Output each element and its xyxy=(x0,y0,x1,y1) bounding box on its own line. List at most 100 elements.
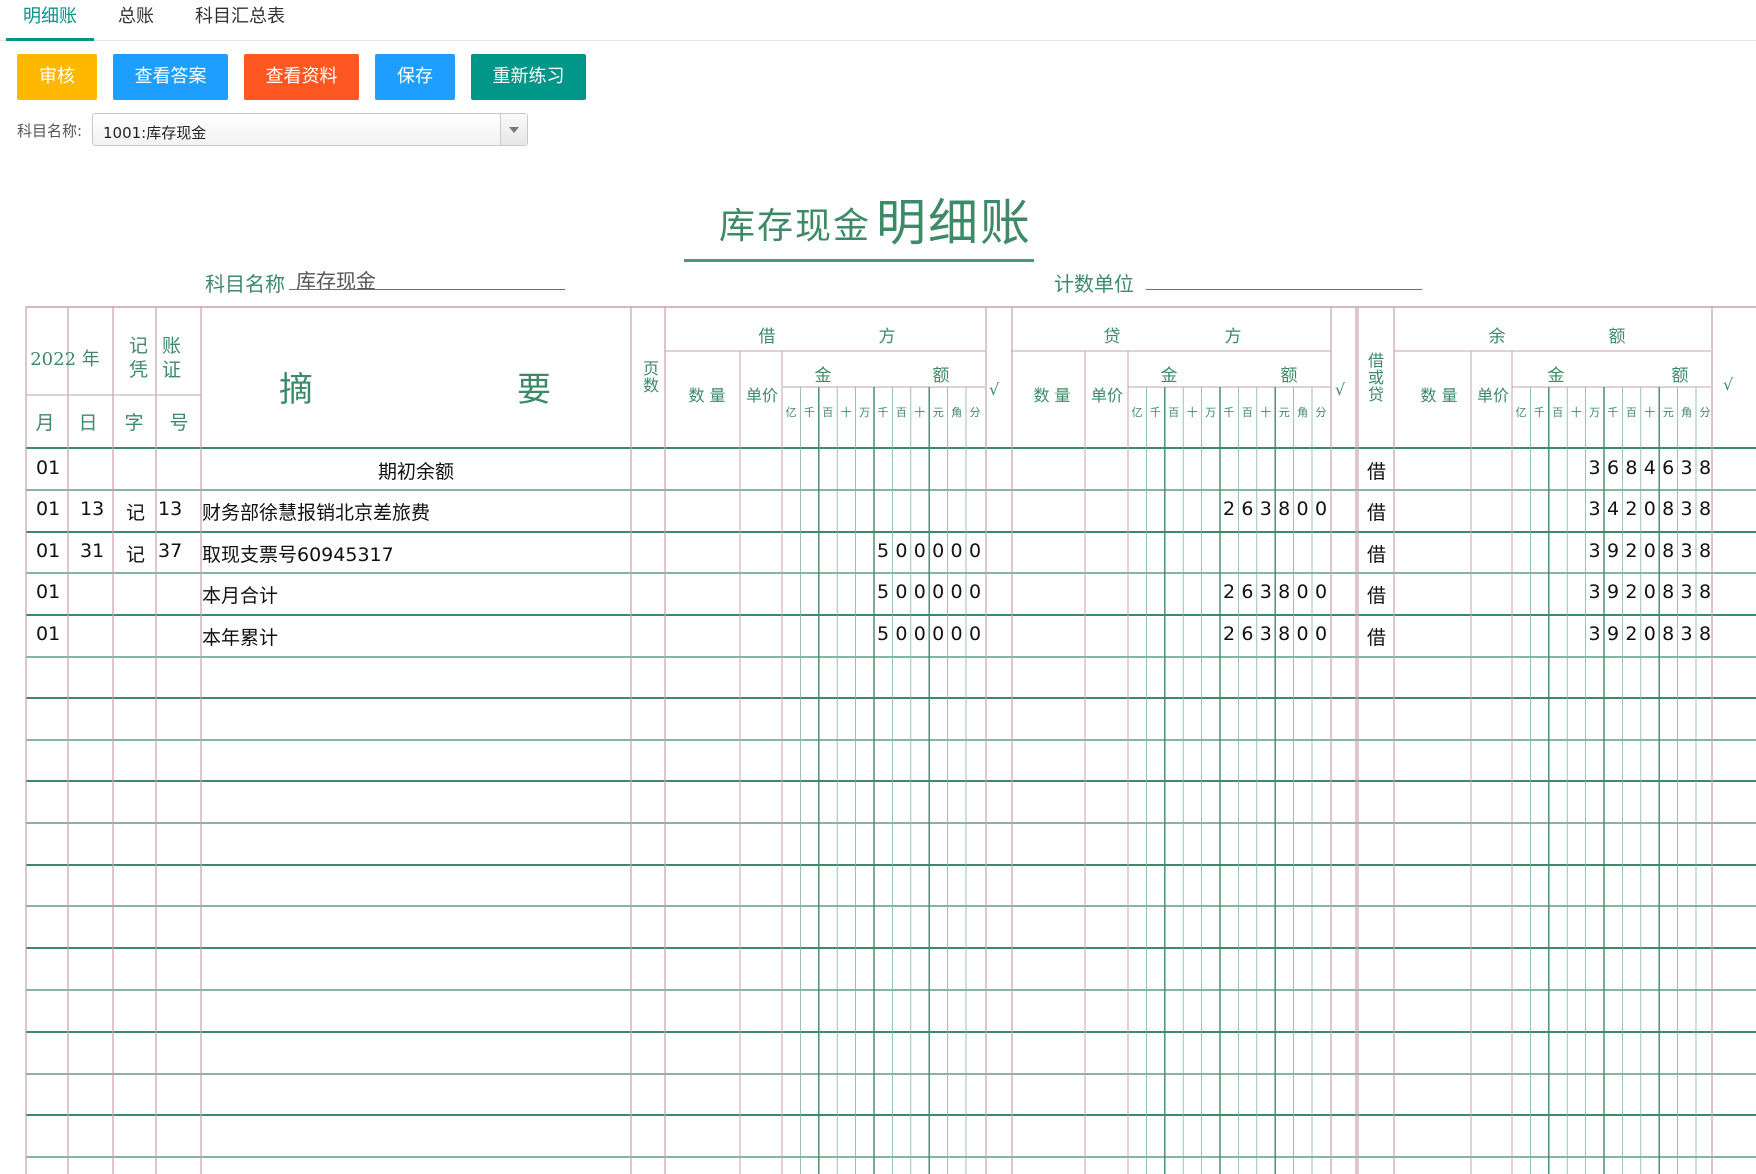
row-balance-digit: 4 xyxy=(1643,457,1656,479)
row-credit-digit: 3 xyxy=(1259,581,1272,603)
voucher-header-top: 记 账 xyxy=(128,335,186,357)
row-debit-digit: 0 xyxy=(950,581,963,603)
row-month[interactable]: 01 xyxy=(36,540,60,562)
row-credit-digit: 6 xyxy=(1241,498,1254,520)
restart-practice-button[interactable]: 重新练习 xyxy=(471,54,586,100)
debit-amount-right: 额 xyxy=(932,366,950,386)
subject-select[interactable]: 1001:库存现金 xyxy=(92,113,528,146)
row-balance-digit: 8 xyxy=(1662,623,1675,645)
tab-detail-ledger[interactable]: 明细账 xyxy=(6,0,94,41)
ledger-title-subject: 库存现金 xyxy=(719,206,872,247)
row-debit-digit: 0 xyxy=(913,581,926,603)
voucher-no-header: 号 xyxy=(169,412,189,434)
row-day[interactable]: 31 xyxy=(80,540,104,562)
row-debit-digit: 0 xyxy=(950,623,963,645)
debit-unit-label: 千 xyxy=(803,406,815,419)
row-voucher-type[interactable]: 记 xyxy=(126,540,145,567)
row-direction[interactable]: 借 xyxy=(1367,623,1386,650)
balance-unit-label: 十 xyxy=(1644,406,1656,419)
select-dropdown-toggle[interactable] xyxy=(500,114,527,145)
row-voucher-type[interactable]: 记 xyxy=(126,498,145,525)
row-summary[interactable]: 本年累计 xyxy=(202,623,278,650)
row-direction[interactable]: 借 xyxy=(1367,498,1386,525)
credit-header-left: 贷 xyxy=(1103,327,1121,347)
row-direction[interactable]: 借 xyxy=(1367,540,1386,567)
row-credit-digit: 0 xyxy=(1296,498,1309,520)
balance-header-left: 余 xyxy=(1488,327,1506,347)
credit-unit-label: 十 xyxy=(1186,406,1198,419)
row-credit-digit: 0 xyxy=(1314,498,1328,520)
row-credit-digit: 6 xyxy=(1241,623,1254,645)
view-materials-button[interactable]: 查看资料 xyxy=(244,54,359,100)
debit-header-right: 方 xyxy=(878,327,896,347)
row-month[interactable]: 01 xyxy=(36,498,60,520)
row-debit-digit: 0 xyxy=(913,540,926,562)
row-summary[interactable]: 期初余额 xyxy=(201,457,631,484)
row-month[interactable]: 01 xyxy=(36,623,60,645)
row-month[interactable]: 01 xyxy=(36,457,60,479)
balance-unit-label: 角 xyxy=(1681,406,1693,419)
row-balance-digit: 2 xyxy=(1625,581,1638,603)
row-voucher-no[interactable]: 37 xyxy=(158,540,182,562)
debit-unit-label: 万 xyxy=(859,406,871,419)
debit-unit-label: 百 xyxy=(822,406,834,419)
review-button[interactable]: 审核 xyxy=(17,54,97,100)
row-debit-digit: 5 xyxy=(876,540,890,562)
row-voucher-no[interactable]: 13 xyxy=(158,498,182,520)
row-credit-digit: 2 xyxy=(1222,581,1236,603)
row-balance-digit: 8 xyxy=(1662,498,1675,520)
debit-header-left: 借 xyxy=(758,327,776,347)
row-day[interactable]: 13 xyxy=(80,498,104,520)
row-debit-digit: 0 xyxy=(950,540,963,562)
subject-select-value: 1001:库存现金 xyxy=(103,124,207,142)
direction-header: 借或贷 xyxy=(1367,351,1384,404)
row-balance-digit: 3 xyxy=(1680,540,1693,562)
ledger-tabs: 明细账 总账 科目汇总表 xyxy=(0,0,1756,41)
row-balance-digit: 0 xyxy=(1643,540,1656,562)
credit-unit-label: 万 xyxy=(1205,406,1217,419)
summary-header-right: 要 xyxy=(517,370,551,410)
subject-underline xyxy=(289,289,565,290)
balance-unit-label: 分 xyxy=(1699,406,1711,419)
row-balance-digit: 2 xyxy=(1625,498,1638,520)
row-direction[interactable]: 借 xyxy=(1367,581,1386,608)
row-balance-digit: 3 xyxy=(1680,623,1693,645)
row-balance-digit: 3 xyxy=(1588,498,1601,520)
credit-header-right: 方 xyxy=(1224,327,1242,347)
row-month[interactable]: 01 xyxy=(36,581,60,603)
ledger-subject-label: 科目名称 xyxy=(205,272,285,296)
row-summary[interactable]: 本月合计 xyxy=(202,581,278,608)
row-balance-digit: 9 xyxy=(1606,540,1620,562)
row-balance-digit: 8 xyxy=(1698,581,1712,603)
row-balance-digit: 3 xyxy=(1680,457,1693,479)
balance-header-right: 额 xyxy=(1608,327,1626,347)
row-balance-digit: 8 xyxy=(1662,581,1675,603)
balance-price-header: 单价 xyxy=(1476,386,1509,405)
balance-unit-label: 百 xyxy=(1552,406,1564,419)
unit-underline xyxy=(1146,289,1422,290)
balance-qty-header: 数 量 xyxy=(1420,386,1458,405)
month-header: 月 xyxy=(35,412,55,434)
view-answer-button[interactable]: 查看答案 xyxy=(113,54,228,100)
balance-unit-label: 千 xyxy=(1607,406,1619,419)
row-balance-digit: 2 xyxy=(1625,540,1638,562)
debit-check-icon: √ xyxy=(989,380,1000,399)
row-balance-digit: 6 xyxy=(1662,457,1675,479)
voucher-type-header: 字 xyxy=(124,412,144,434)
balance-amount-right: 额 xyxy=(1671,366,1689,386)
row-balance-digit: 3 xyxy=(1680,581,1693,603)
row-debit-digit: 0 xyxy=(932,581,945,603)
row-summary[interactable]: 财务部徐慧报销北京差旅费 xyxy=(202,498,430,525)
tab-subject-summary[interactable]: 科目汇总表 xyxy=(180,0,300,38)
balance-unit-label: 元 xyxy=(1662,406,1674,419)
row-balance-digit: 8 xyxy=(1698,623,1712,645)
tab-general-ledger[interactable]: 总账 xyxy=(104,0,168,38)
debit-unit-label: 元 xyxy=(932,406,944,419)
credit-unit-label: 角 xyxy=(1297,406,1309,419)
subject-select-label: 科目名称: xyxy=(17,122,83,140)
row-debit-digit: 0 xyxy=(913,623,926,645)
row-summary[interactable]: 取现支票号60945317 xyxy=(202,540,394,567)
row-direction[interactable]: 借 xyxy=(1367,457,1386,484)
save-button[interactable]: 保存 xyxy=(375,54,455,100)
credit-unit-label: 千 xyxy=(1149,406,1161,419)
